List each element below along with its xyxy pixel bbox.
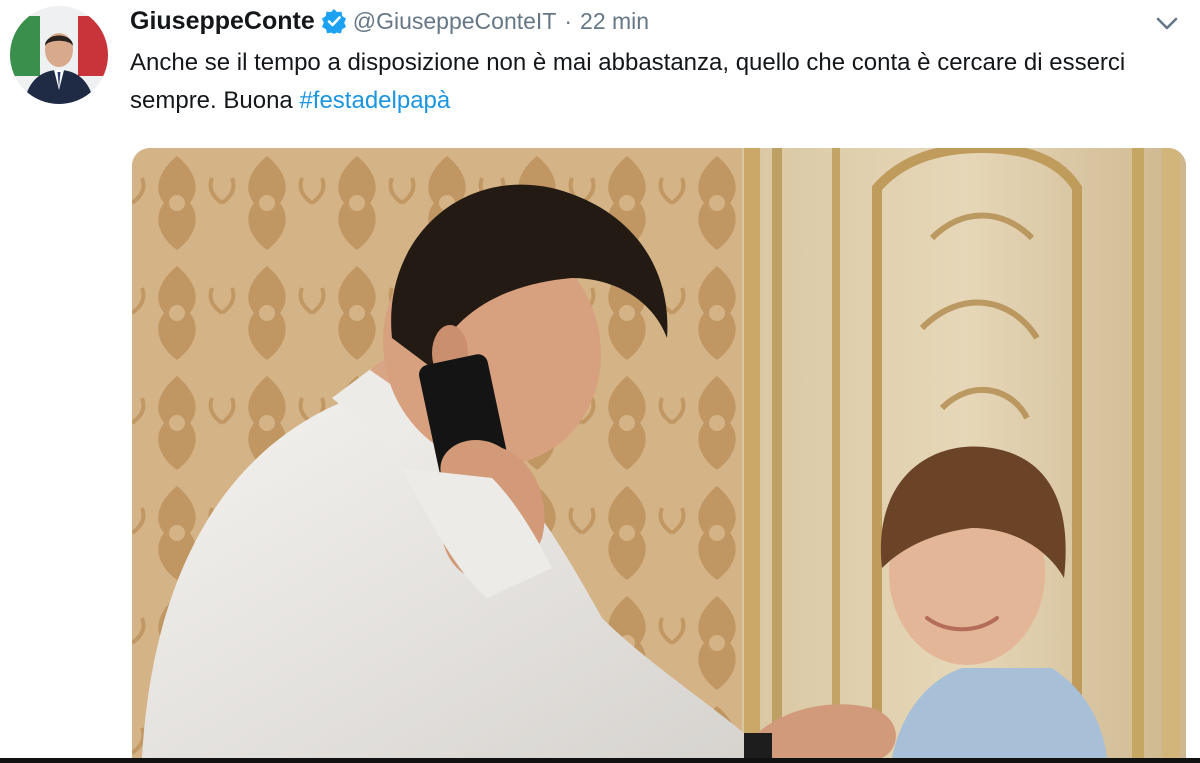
timestamp[interactable]: 22 min [580, 8, 649, 35]
verified-badge-icon [321, 8, 347, 34]
tweet-header: GiuseppeConte @GiuseppeConteIT · 22 min [130, 4, 649, 38]
chevron-down-icon [1156, 17, 1178, 30]
display-name[interactable]: GiuseppeConte [130, 7, 315, 36]
tweet-photo[interactable] [132, 148, 1186, 758]
separator-dot: · [564, 7, 573, 34]
tweet-body: Anche se il tempo a disposizione non è m… [130, 49, 1126, 114]
tweet[interactable]: GiuseppeConte @GiuseppeConteIT · 22 min … [0, 0, 1200, 763]
photo-image [132, 148, 1186, 758]
handle[interactable]: @GiuseppeConteIT [353, 8, 557, 35]
hashtag-link[interactable]: #festadelpapà [299, 87, 450, 114]
profile-photo-icon [10, 6, 108, 104]
tweet-text: Anche se il tempo a disposizione non è m… [130, 44, 1130, 120]
bottom-edge [0, 758, 1200, 763]
tweet-menu-button[interactable] [1152, 8, 1182, 38]
avatar[interactable] [10, 6, 108, 104]
